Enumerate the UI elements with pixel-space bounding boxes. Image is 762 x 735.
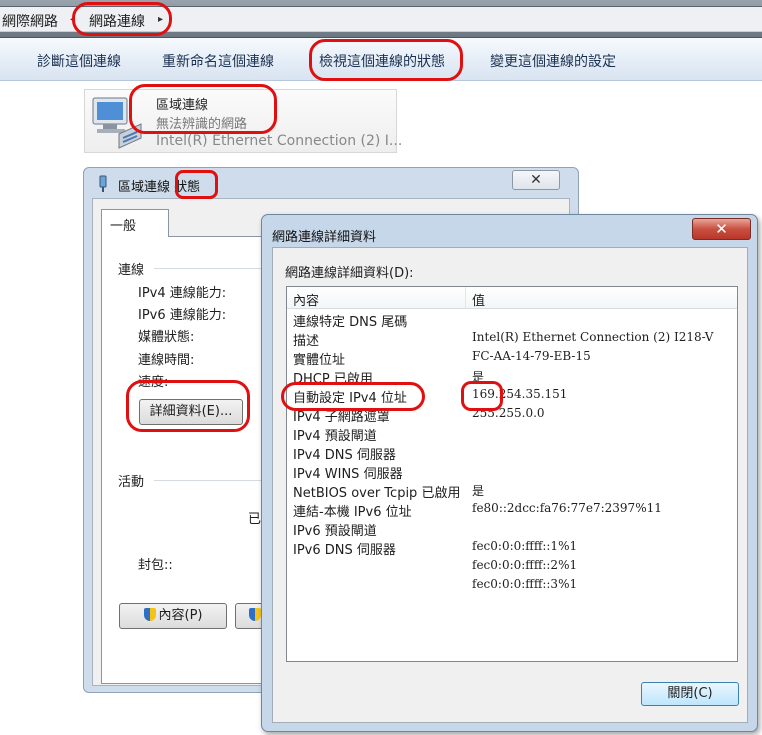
column-divider[interactable]: [465, 287, 466, 308]
row-property: 連結-本機 IPv6 位址: [293, 505, 412, 520]
properties-button-label: 內容(P): [158, 608, 203, 623]
row-property: IPv4 預設閘道: [293, 429, 377, 444]
connection-section-label: 連線: [118, 263, 145, 278]
diagnose-connection-button[interactable]: 診斷這個連線: [37, 51, 121, 71]
close-icon: ✕: [715, 220, 728, 238]
status-window-title-suffix: 狀態: [174, 180, 201, 195]
row-value: fec0:0:0:ffff::3%1: [472, 577, 578, 591]
shield-icon: [143, 608, 156, 621]
table-row[interactable]: fec0:0:0:ffff::2%1: [287, 557, 737, 576]
details-list-header: 內容 值: [287, 287, 737, 309]
status-window-title-prefix: 區域連線: [118, 180, 171, 195]
ipv6-connectivity-label: IPv6 連線能力:: [138, 308, 227, 323]
table-row[interactable]: 描述 Intel(R) Ethernet Connection (2) I218-…: [287, 329, 737, 349]
breadcrumb-item-network-connections[interactable]: 網路連線: [89, 11, 145, 31]
details-window-title: 網路連線詳細資料: [272, 230, 377, 245]
table-row[interactable]: IPv6 DNS 伺服器 fec0:0:0:ffff::1%1: [287, 538, 737, 558]
details-window: 網路連線詳細資料 ✕ 網路連線詳細資料(D): 內容 值 連線特定 DNS 尾碼…: [261, 214, 758, 732]
ipv4-connectivity-label: IPv4 連線能力:: [138, 286, 227, 301]
details-panel: 網路連線詳細資料(D): 內容 值 連線特定 DNS 尾碼 描述 Intel(R)…: [272, 247, 748, 723]
row-property: DHCP 已啟用: [293, 372, 373, 387]
row-property: 自動設定 IPv4 位址: [293, 391, 407, 406]
details-list-label: 網路連線詳細資料(D):: [285, 266, 414, 281]
connection-device: Intel(R) Ethernet Connection (2) I...: [156, 133, 403, 149]
row-value: 255.255.0.0: [472, 406, 545, 420]
speed-label: 速度:: [138, 375, 169, 390]
row-property: IPv4 子網路遮罩: [293, 410, 390, 425]
duration-label: 連線時間:: [138, 353, 195, 368]
table-row[interactable]: IPv4 WINS 伺服器: [287, 462, 737, 482]
row-value: fe80::2dcc:fa76:77e7:2397%11: [472, 501, 662, 515]
table-row[interactable]: IPv4 子網路遮罩 255.255.0.0: [287, 405, 737, 425]
row-value: fec0:0:0:ffff::2%1: [472, 558, 578, 572]
command-bar: 診斷這個連線 重新命名這個連線 檢視這個連線的狀態 變更這個連線的設定: [0, 38, 762, 81]
activity-sent-label: 已: [248, 512, 262, 527]
connection-tile[interactable]: 區域連線 無法辨識的網路 Intel(R) Ethernet Connectio…: [84, 89, 402, 153]
row-property: 描述: [293, 334, 320, 349]
breadcrumb-separator-icon: ◂: [70, 14, 76, 25]
table-row[interactable]: IPv4 DNS 伺服器: [287, 443, 737, 463]
row-property: 實體位址: [293, 353, 346, 368]
row-property: 連線特定 DNS 尾碼: [293, 315, 408, 330]
row-value: 169.254.35.151: [472, 387, 568, 401]
network-adapter-icon: [92, 97, 142, 149]
column-header-value[interactable]: 值: [472, 290, 485, 309]
breadcrumb-expand-icon[interactable]: ▸: [158, 14, 163, 25]
view-connection-status-button[interactable]: 檢視這個連線的狀態: [319, 51, 445, 71]
row-value: 是: [472, 370, 485, 384]
table-row[interactable]: fec0:0:0:ffff::3%1: [287, 576, 737, 595]
tab-general[interactable]: 一般: [101, 209, 169, 237]
table-row[interactable]: 自動設定 IPv4 位址 169.254.35.151: [287, 386, 737, 406]
breadcrumb[interactable]: 網際網路 ◂ 網路連線 ▸: [0, 6, 762, 32]
breadcrumb-item-internet[interactable]: 網際網路: [2, 11, 58, 31]
row-property: NetBIOS over Tcpip 已啟用: [293, 486, 461, 501]
table-row[interactable]: 連結-本機 IPv6 位址 fe80::2dcc:fa76:77e7:2397%1…: [287, 500, 737, 520]
address-bar: 網際網路 ◂ 網路連線 ▸: [0, 0, 762, 38]
details-button[interactable]: 詳細資料(E)...: [139, 399, 243, 425]
table-row[interactable]: NetBIOS over Tcpip 已啟用是: [287, 481, 737, 501]
row-property: IPv4 WINS 伺服器: [293, 467, 403, 482]
close-icon: ✕: [530, 172, 542, 188]
connection-network-status: 無法辨識的網路: [156, 117, 248, 132]
row-value: FC-AA-14-79-EB-15: [472, 349, 591, 363]
row-value: 是: [472, 484, 485, 498]
change-connection-settings-button[interactable]: 變更這個連線的設定: [490, 51, 616, 71]
status-window-close-button[interactable]: ✕: [512, 170, 560, 190]
table-row[interactable]: IPv4 預設閘道: [287, 424, 737, 444]
status-window-title: 區域連線 狀態: [118, 176, 200, 195]
connection-name: 區域連線: [156, 98, 209, 113]
row-property: IPv4 DNS 伺服器: [293, 448, 396, 463]
row-value: fec0:0:0:ffff::1%1: [472, 539, 578, 553]
row-value: Intel(R) Ethernet Connection (2) I218-V: [472, 330, 714, 344]
properties-button[interactable]: 內容(P): [119, 603, 227, 629]
close-button[interactable]: 關閉(C): [641, 682, 739, 706]
shield-icon: [249, 608, 261, 621]
table-row[interactable]: IPv6 預設閘道: [287, 519, 737, 539]
row-property: IPv6 DNS 伺服器: [293, 543, 396, 558]
connection-status-icon: [99, 175, 107, 192]
rename-connection-button[interactable]: 重新命名這個連線: [162, 51, 274, 71]
row-property: IPv6 預設閘道: [293, 524, 377, 539]
activity-section-label: 活動: [118, 475, 145, 490]
details-list[interactable]: 內容 值 連線特定 DNS 尾碼 描述 Intel(R) Ethernet Con…: [286, 286, 738, 662]
table-row[interactable]: 實體位址 FC-AA-14-79-EB-15: [287, 348, 737, 368]
table-row[interactable]: DHCP 已啟用 是: [287, 367, 737, 387]
media-state-label: 媒體狀態:: [138, 330, 195, 345]
packets-label: 封包::: [138, 558, 173, 573]
column-header-property[interactable]: 內容: [293, 290, 319, 309]
table-row[interactable]: 連線特定 DNS 尾碼: [287, 310, 737, 330]
details-window-close-button[interactable]: ✕: [692, 218, 751, 240]
